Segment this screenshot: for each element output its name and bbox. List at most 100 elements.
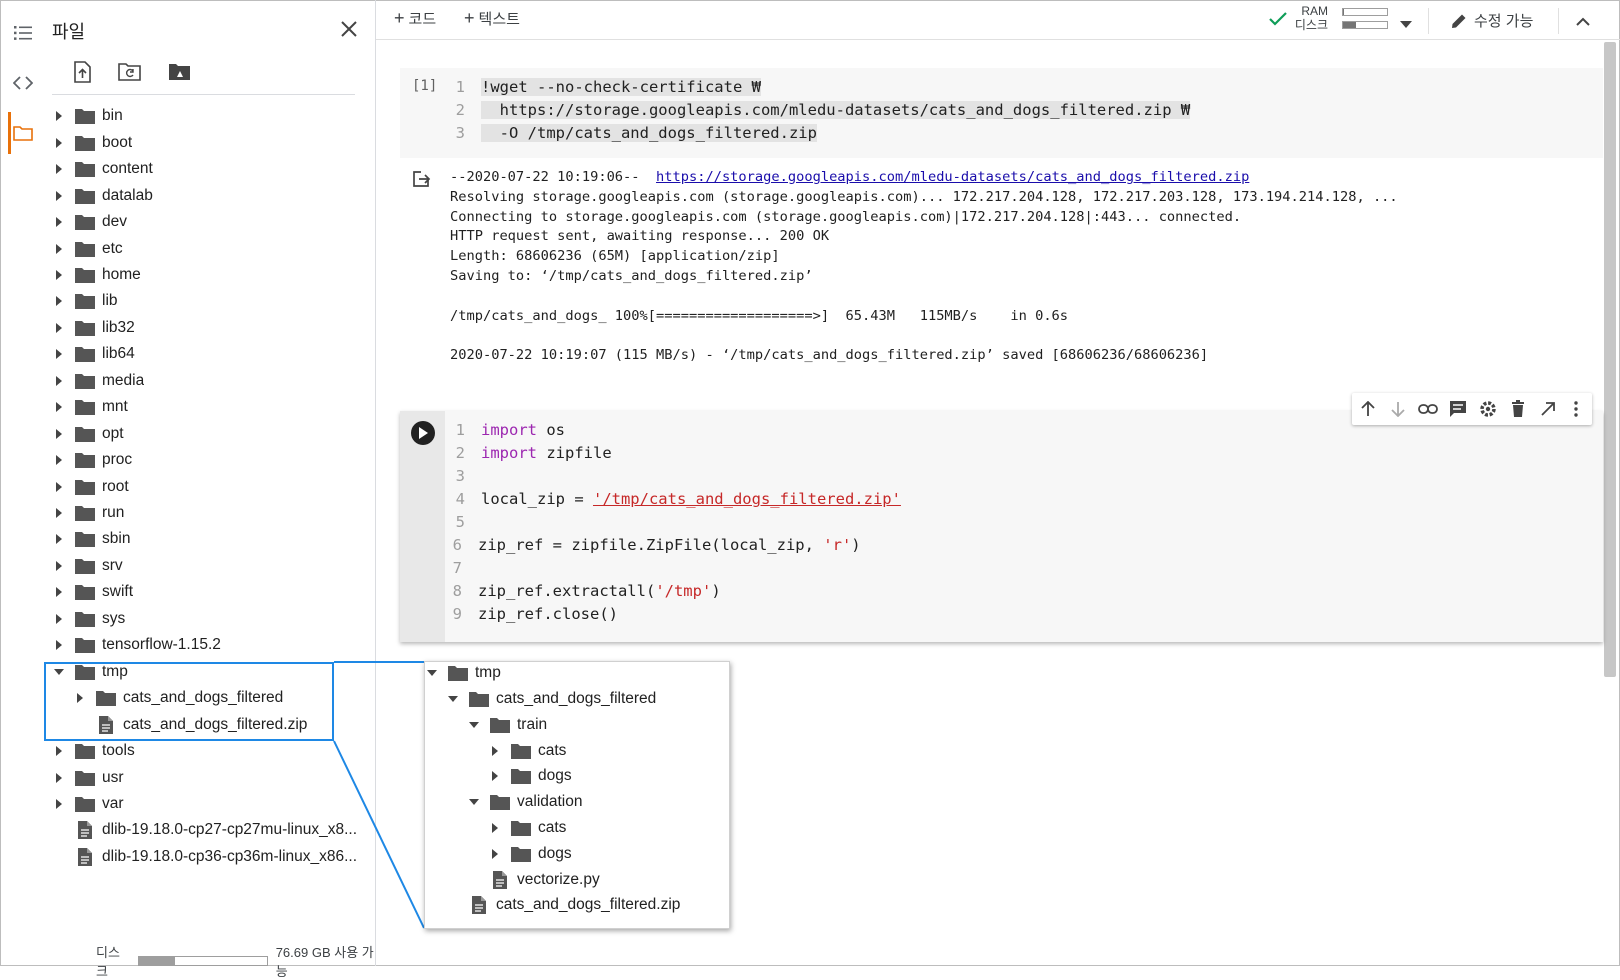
line-number: 6 [452,536,462,554]
collapse-arrow-icon[interactable] [467,795,481,809]
output-link[interactable]: https://storage.googleapis.com/mledu-dat… [656,169,1249,185]
tree-folder-item[interactable]: cats [488,737,566,764]
string-literal: '/tmp/cats_and_dogs_filtered.zip' [592,490,901,508]
code-token: ) [851,536,861,554]
tree-item-label: cats_and_dogs_filtered.zip [496,896,681,914]
folder-icon [489,792,511,812]
cell2-gutter [400,411,445,642]
collapse-arrow-icon[interactable] [467,718,481,732]
arrow-spacer [467,873,481,887]
ram-bar-fill [1343,9,1345,15]
tree-folder-item[interactable]: train [467,712,547,739]
expand-arrow-icon[interactable] [488,821,502,835]
tree-item-label: tmp [475,664,501,682]
edit-mode-button[interactable]: 수정 가능 [1450,10,1533,31]
output-line-prefix: --2020-07-22 10:19:06-- [450,169,657,185]
add-code-button[interactable]: + 코드 [394,8,436,29]
tree-item-label: dogs [538,767,572,785]
toolbar-divider [1558,8,1559,34]
collapse-chevron-icon[interactable] [1576,14,1590,32]
link-icon[interactable] [1418,399,1438,419]
tree-folder-item[interactable]: cats [488,815,566,842]
code-token: zipfile [537,444,612,462]
line-number: 8 [452,582,462,600]
collapse-arrow-icon[interactable] [446,692,460,706]
line-number: 9 [452,605,462,623]
tree-item-label: cats [538,741,567,759]
scrollbar[interactable] [1604,42,1616,677]
settings-gear-icon[interactable] [1478,399,1498,419]
line-number: 1 [455,78,465,96]
code-token: zip_ref = zipfile.ZipFile(local_zip, [478,536,824,554]
resource-labels[interactable]: RAM 디스크 [1292,4,1328,32]
tree-item-label: cats_and_dogs_filtered [496,690,657,708]
code-line: import os [481,421,565,439]
line-number: 3 [455,124,465,142]
move-up-icon[interactable] [1358,399,1378,419]
cell-toolbar [1352,393,1592,425]
code-line: https://storage.googleapis.com/mledu-dat… [481,101,1191,119]
code-token: -O /tmp/cats_and_dogs_filtered.zip [481,124,817,142]
output-clear-icon[interactable] [412,170,432,193]
tree-folder-item[interactable]: dogs [488,763,572,790]
code-line: import zipfile [481,444,612,462]
comment-icon[interactable] [1448,399,1468,419]
file-icon [489,870,511,890]
folder-icon [489,715,511,735]
delete-icon[interactable] [1508,399,1528,419]
move-down-icon[interactable] [1388,399,1408,419]
folder-icon [510,766,532,786]
tree-item-label: cats [538,819,567,837]
string-literal: '/tmp' [655,582,712,600]
expand-arrow-icon[interactable] [488,769,502,783]
disk-resource-bar [1342,21,1388,29]
tree-item-label: train [517,715,548,733]
resource-bars[interactable] [1342,8,1388,34]
play-icon [419,427,428,439]
output-text: Resolving storage.googleapis.com (storag… [450,188,1398,364]
keyword: import [481,421,537,439]
code-token: ) [711,582,721,600]
folder-icon [447,663,469,683]
folder-icon [510,818,532,838]
expand-arrow-icon[interactable] [488,847,502,861]
more-options-icon[interactable] [1566,399,1586,419]
tree-item-label: dogs [538,844,572,862]
tree-folder-item[interactable]: dogs [488,841,572,868]
run-cell-button[interactable] [411,421,435,445]
collapse-arrow-icon[interactable] [425,666,439,680]
line-number: 1 [455,421,465,439]
tree-folder-item[interactable]: validation [467,789,583,816]
expand-arrow-icon[interactable] [488,744,502,758]
open-in-tab-icon[interactable] [1538,399,1558,419]
code-line: -O /tmp/cats_and_dogs_filtered.zip [481,124,817,142]
file-icon [468,895,490,915]
line-number: 4 [455,490,465,508]
keyword: import [481,444,537,462]
ram-bar [1342,8,1388,16]
tree-folder-item[interactable]: tmp [425,660,501,687]
code-line: local_zip = '/tmp/cats_and_dogs_filtered… [481,490,901,508]
code-token: zip_ref.extractall( [478,582,656,600]
string-literal: 'r' [823,536,852,554]
code-token: https://storage.googleapis.com/mledu-dat… [481,101,1191,119]
line-number: 7 [452,559,462,577]
chevron-down-icon[interactable] [1400,16,1412,34]
notebook-toolbar: + 코드 + 텍스트 RAM 디스크 수정 가능 [376,0,1620,40]
ram-label: RAM [1301,4,1328,18]
line-number: 5 [455,513,465,531]
add-text-label: 텍스트 [478,11,520,28]
tree-item-label: vectorize.py [517,870,600,888]
add-text-button[interactable]: + 텍스트 [464,8,520,29]
tree-file-item[interactable]: vectorize.py [467,866,600,893]
arrow-spacer [446,898,460,912]
disk-resource-bar-fill [1343,22,1357,28]
line-number: 2 [455,101,465,119]
tree-folder-item[interactable]: cats_and_dogs_filtered [446,686,656,713]
disk-resource-label: 디스크 [1294,18,1328,32]
line-number: 2 [455,444,465,462]
tree-item-label: validation [517,793,583,811]
code-token: zip_ref.close() [478,605,618,623]
tree-file-item[interactable]: cats_and_dogs_filtered.zip [446,892,680,919]
code-token: local_zip = [481,490,593,508]
